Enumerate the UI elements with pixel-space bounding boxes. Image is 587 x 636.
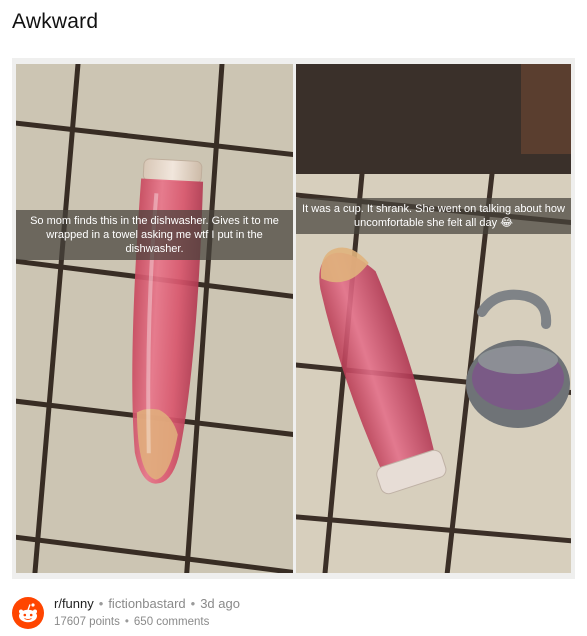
meta-line-2: 17607 points • 650 comments: [54, 616, 209, 628]
comments-link[interactable]: 650 comments: [134, 616, 209, 628]
separator-dot: •: [98, 596, 104, 611]
caption-right: It was a cup. It shrank. She went on tal…: [296, 198, 571, 234]
subreddit-link[interactable]: r/funny: [54, 596, 94, 611]
right-photo-illustration: [296, 64, 571, 573]
post-image[interactable]: So mom finds this in the dishwasher. Giv…: [12, 58, 575, 579]
separator-dot: •: [190, 596, 196, 611]
left-photo-illustration: [16, 64, 293, 573]
meta-line-1: r/funny • fictionbastard • 3d ago: [54, 596, 240, 611]
caption-left: So mom finds this in the dishwasher. Giv…: [16, 210, 293, 260]
photo-panel-left: So mom finds this in the dishwasher. Giv…: [16, 64, 293, 573]
separator-dot: •: [124, 616, 129, 628]
author-link[interactable]: fictionbastard: [108, 596, 185, 611]
photo-panel-right: It was a cup. It shrank. She went on tal…: [296, 64, 571, 573]
reddit-alien-icon[interactable]: [12, 597, 44, 629]
post-meta: r/funny • fictionbastard • 3d ago 17607 poin…: [12, 592, 575, 632]
post-age: 3d ago: [200, 596, 240, 611]
points-count: 17607 points: [54, 616, 120, 628]
post-title: Awkward: [12, 10, 99, 33]
